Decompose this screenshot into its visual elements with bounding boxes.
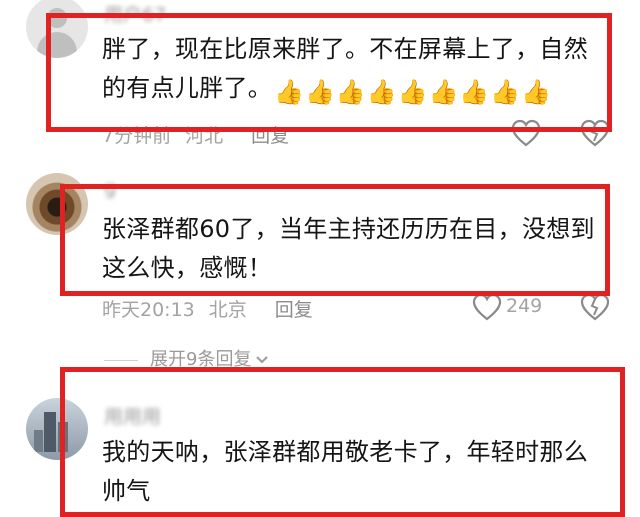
comment-time: 昨天20:13	[102, 299, 195, 321]
reply-button[interactable]: 回复	[275, 299, 313, 321]
highlight-box	[46, 13, 612, 132]
chevron-down-icon	[256, 356, 269, 364]
highlight-box	[60, 367, 625, 517]
divider	[104, 359, 138, 361]
comment-meta: 昨天20:13 北京 回复	[102, 295, 327, 322]
highlight-box	[60, 184, 610, 296]
like-heart-icon[interactable]	[472, 293, 502, 321]
like-count: 249	[506, 295, 543, 317]
dislike-heart-icon[interactable]	[580, 293, 610, 321]
comment-location: 北京	[208, 299, 247, 321]
